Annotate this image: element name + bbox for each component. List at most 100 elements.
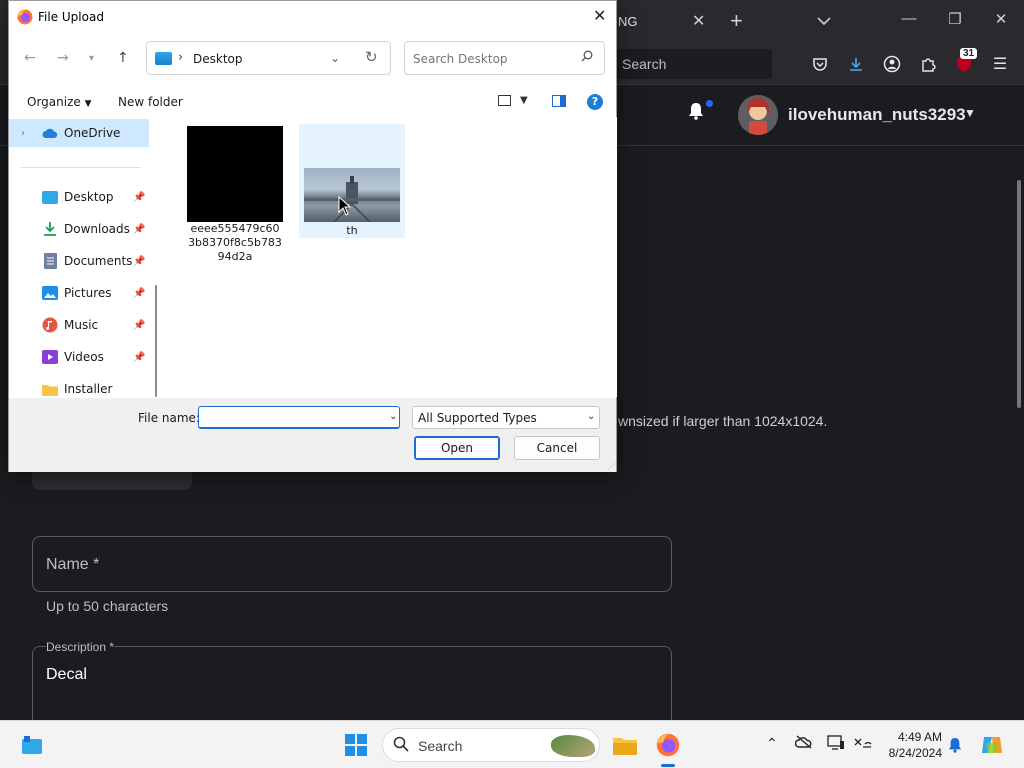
organize-button[interactable]: Organize ▼ <box>27 95 92 109</box>
sidebar-item-label: Downloads <box>64 222 130 236</box>
onedrive-offline-icon[interactable] <box>794 735 813 752</box>
resize-grip-icon[interactable]: ⋰ <box>607 462 615 471</box>
clock[interactable]: 4:49 AM 8/24/2024 <box>880 729 942 761</box>
new-folder-button[interactable]: New folder <box>118 95 183 109</box>
up-folder-icon[interactable]: ↑ <box>117 50 129 66</box>
sidebar-item-installer[interactable]: Installer <box>9 375 149 397</box>
organize-dropdown-icon: ▼ <box>84 99 92 109</box>
file-item[interactable]: eeee555479c603b8370f8c5b78394d2a <box>165 124 283 264</box>
pictures-icon <box>42 285 58 301</box>
firefox-taskbar-icon[interactable] <box>656 733 680 757</box>
restore-icon[interactable]: ❐ <box>940 10 970 28</box>
sidebar-item-desktop[interactable]: Desktop 📌 <box>9 183 149 211</box>
minimize-icon[interactable]: — <box>894 10 924 27</box>
pin-icon: 📌 <box>133 223 146 235</box>
notifications-bell-icon[interactable] <box>948 737 962 756</box>
breadcrumb-separator-icon[interactable]: › <box>178 50 183 65</box>
folder-icon <box>42 381 58 397</box>
tab-title[interactable]: NG <box>618 14 638 29</box>
sidebar-item-onedrive[interactable]: › OneDrive <box>9 119 149 147</box>
expand-chevron-icon[interactable]: › <box>21 128 25 139</box>
taskbar-search[interactable]: Search <box>382 728 600 762</box>
window-close-icon[interactable]: ✕ <box>986 10 1016 28</box>
copilot-icon[interactable] <box>980 733 1004 760</box>
help-icon[interactable]: ? <box>587 94 603 110</box>
file-thumbnail <box>304 168 400 223</box>
username[interactable]: ilovehuman_nuts3293 <box>788 105 966 125</box>
display-icon[interactable] <box>827 735 845 754</box>
sidebar-item-videos[interactable]: Videos 📌 <box>9 343 149 371</box>
upload-button[interactable] <box>32 470 192 490</box>
organize-label: Organize <box>27 95 81 109</box>
user-menu-caret-icon[interactable]: ▼ <box>964 106 976 120</box>
file-name: eeee555479c603b8370f8c5b78394d2a <box>188 222 282 263</box>
pin-icon: 📌 <box>133 255 146 267</box>
description-value: Decal <box>46 666 87 683</box>
sidebar-item-music[interactable]: Music 📌 <box>9 311 149 339</box>
page-scrollbar[interactable] <box>1017 180 1021 408</box>
pin-icon: 📌 <box>133 287 146 299</box>
search-box[interactable] <box>404 41 605 75</box>
forward-icon[interactable]: → <box>57 50 69 66</box>
view-dropdown-icon[interactable]: ▼ <box>520 95 528 106</box>
sidebar-item-documents[interactable]: Documents 📌 <box>9 247 149 275</box>
mouse-cursor-icon <box>338 196 352 216</box>
music-icon <box>42 317 58 333</box>
pocket-icon[interactable] <box>808 52 832 76</box>
nav-pane-scrollbar[interactable] <box>155 285 157 397</box>
sidebar-item-downloads[interactable]: Downloads 📌 <box>9 215 149 243</box>
sidebar-item-label: Installer <box>64 382 113 396</box>
notification-dot <box>706 100 713 107</box>
widgets-icon[interactable] <box>20 733 44 757</box>
documents-icon <box>42 253 58 269</box>
avatar[interactable] <box>738 95 778 135</box>
file-explorer-icon[interactable] <box>613 733 637 757</box>
refresh-icon[interactable]: ↻ <box>365 48 378 66</box>
dialog-titlebar[interactable]: File Upload ✕ <box>9 1 616 33</box>
description-label: Description * <box>46 640 115 654</box>
downloads-icon[interactable] <box>844 52 868 76</box>
dialog-close-icon[interactable]: ✕ <box>593 6 606 25</box>
onedrive-icon <box>42 125 58 141</box>
file-type-value: All Supported Types <box>418 411 537 425</box>
file-upload-dialog: File Upload ✕ ← → ▾ ↑ › Desktop ⌄ ↻ Orga… <box>8 0 617 472</box>
back-icon[interactable]: ← <box>24 50 36 66</box>
file-name-input[interactable] <box>198 406 400 429</box>
sidebar-item-label: Desktop <box>64 190 114 204</box>
sidebar-item-pictures[interactable]: Pictures 📌 <box>9 279 149 307</box>
sidebar-item-label: Videos <box>64 350 104 364</box>
dialog-title: File Upload <box>38 10 104 24</box>
new-tab-icon[interactable]: + <box>730 8 743 34</box>
show-hidden-icons-icon[interactable]: ⌃ <box>766 735 778 752</box>
file-thumbnail <box>187 126 283 222</box>
desktop-folder-icon <box>155 52 172 65</box>
preview-pane-icon[interactable] <box>552 95 566 107</box>
file-item[interactable]: th <box>299 124 405 238</box>
search-input[interactable] <box>413 52 573 66</box>
navigation-bar: ← → ▾ ↑ › Desktop ⌄ ↻ <box>9 41 616 75</box>
name-field[interactable]: Name * <box>32 536 672 592</box>
breadcrumb-location[interactable]: Desktop <box>193 52 243 66</box>
file-name-dropdown-icon[interactable]: ⌄ <box>389 411 397 422</box>
tab-close-icon[interactable]: ✕ <box>692 11 705 31</box>
open-button[interactable]: Open <box>414 436 500 460</box>
view-mode-icon[interactable] <box>498 95 511 106</box>
cancel-button[interactable]: Cancel <box>514 436 600 460</box>
nav-divider <box>21 167 141 168</box>
size-hint-text: wnsized if larger than 1024x1024. <box>618 413 828 429</box>
start-icon[interactable] <box>344 733 368 757</box>
notifications-icon[interactable] <box>688 102 704 125</box>
recent-locations-icon[interactable]: ▾ <box>89 53 94 64</box>
account-icon[interactable] <box>880 52 904 76</box>
file-type-select[interactable]: All Supported Types ⌄ <box>412 406 600 429</box>
address-dropdown-icon[interactable]: ⌄ <box>330 51 340 65</box>
extensions-icon[interactable] <box>916 52 940 76</box>
network-status-icon[interactable] <box>854 735 872 754</box>
url-search-box[interactable]: Search <box>612 49 772 79</box>
search-icon[interactable] <box>581 50 593 66</box>
address-bar[interactable]: › Desktop ⌄ ↻ <box>146 41 391 75</box>
menu-icon[interactable]: ☰ <box>988 52 1012 76</box>
pin-icon: 📌 <box>133 351 146 363</box>
list-all-tabs-icon[interactable] <box>817 13 831 31</box>
desktop-icon <box>42 189 58 205</box>
